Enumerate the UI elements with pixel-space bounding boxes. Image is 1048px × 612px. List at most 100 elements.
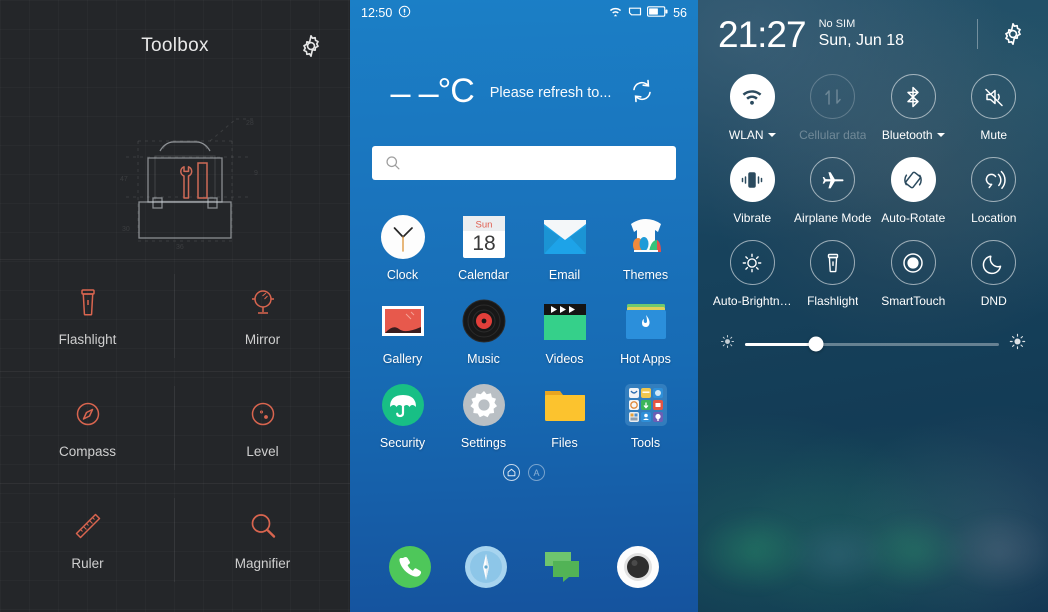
search-input[interactable] <box>372 146 676 180</box>
screenshot-root: Toolbox 47 36 28 30 9 Flashlight Mirror … <box>0 0 1048 612</box>
location-icon <box>971 157 1017 202</box>
page-indicator-home[interactable] <box>503 464 520 481</box>
browser-compass-icon[interactable] <box>463 544 509 590</box>
svg-text:47: 47 <box>120 176 128 183</box>
tool-item-mirror[interactable]: Mirror <box>175 260 350 372</box>
brightness-slider[interactable] <box>720 333 1026 355</box>
home-screen: 12:50 56 – – °C Please refresh to... Clo… <box>350 0 698 612</box>
qs-tile-location[interactable]: Location <box>954 157 1035 225</box>
svg-text:36: 36 <box>176 244 184 251</box>
messages-icon[interactable] <box>539 544 585 590</box>
tool-label: Flashlight <box>58 332 117 347</box>
qs-tile-wlan[interactable]: WLAN <box>712 74 793 142</box>
battery-icon <box>647 6 668 20</box>
hot-apps-icon <box>623 298 669 344</box>
svg-text:Sun: Sun <box>475 220 492 231</box>
toolbox-tool-grid: Flashlight Mirror Compass Level Ruler Ma… <box>0 260 350 596</box>
page-indicator-a[interactable]: A <box>528 464 545 481</box>
flashlight-icon <box>810 240 856 285</box>
qs-tile-auto-brightness[interactable]: Auto-Brightn… <box>712 240 793 308</box>
lock-date: Sun, Jun 18 <box>818 31 904 49</box>
mirror-icon <box>246 285 280 319</box>
app-icon-email[interactable]: Email <box>524 214 605 282</box>
tool-item-level[interactable]: Level <box>175 372 350 484</box>
settings-gear-icon <box>461 382 507 428</box>
quick-settings-header: 21:27 No SIM Sun, Jun 18 <box>698 0 1048 68</box>
qs-tile-airplane-mode[interactable]: Airplane Mode <box>793 157 874 225</box>
battery-percent: 56 <box>673 6 687 20</box>
lock-clock: 21:27 <box>718 13 807 55</box>
app-icon-clock[interactable]: Clock <box>362 214 443 282</box>
brightness-low-icon <box>720 334 735 354</box>
level-icon <box>246 397 280 431</box>
themes-icon <box>623 214 669 260</box>
gear-icon[interactable] <box>298 33 324 59</box>
refresh-icon[interactable] <box>627 76 657 111</box>
phone-icon[interactable] <box>387 544 433 590</box>
svg-text:9: 9 <box>254 170 258 177</box>
weather-unit: °C <box>437 72 475 110</box>
sim-status: No SIM <box>818 18 856 31</box>
brightness-high-icon <box>1009 333 1026 355</box>
app-label: Calendar <box>458 268 509 282</box>
music-icon <box>461 298 507 344</box>
qs-tile-auto-rotate[interactable]: Auto-Rotate <box>873 157 954 225</box>
app-icon-themes[interactable]: Themes <box>605 214 686 282</box>
qs-tile-smarttouch[interactable]: SmartTouch <box>873 240 954 308</box>
app-icon-settings[interactable]: Settings <box>443 382 524 450</box>
app-icon-files[interactable]: Files <box>524 382 605 450</box>
smarttouch-icon <box>890 240 936 285</box>
app-folder-tools[interactable]: Tools <box>605 382 686 450</box>
files-folder-icon <box>542 382 588 428</box>
brightness-knob[interactable] <box>808 336 824 352</box>
qs-tile-mute[interactable]: Mute <box>954 74 1035 142</box>
compass-icon <box>71 397 105 431</box>
tool-item-magnifier[interactable]: Magnifier <box>175 484 350 596</box>
qs-tile-bluetooth[interactable]: Bluetooth <box>873 74 954 142</box>
tool-label: Magnifier <box>234 556 291 571</box>
weather-temperature: – – °C <box>390 72 475 113</box>
qs-tile-dnd[interactable]: DND <box>954 240 1035 308</box>
qs-label-bluetooth: Bluetooth <box>882 128 945 142</box>
qs-tile-vibrate[interactable]: Vibrate <box>712 157 793 225</box>
qs-label-dnd: DND <box>980 294 1007 308</box>
page-indicators: A <box>350 464 698 481</box>
app-label: Videos <box>545 352 584 366</box>
app-label: Tools <box>630 436 661 450</box>
wifi-icon <box>608 5 623 21</box>
app-icon-music[interactable]: Music <box>443 298 524 366</box>
app-label: Files <box>551 436 578 450</box>
tool-item-flashlight[interactable]: Flashlight <box>0 260 175 372</box>
qs-tile-flashlight[interactable]: Flashlight <box>793 240 874 308</box>
svg-text:18: 18 <box>472 232 495 255</box>
svg-text:28: 28 <box>246 120 254 127</box>
gear-icon[interactable] <box>1000 21 1026 47</box>
app-label: Clock <box>386 268 419 282</box>
app-icon-security[interactable]: Security <box>362 382 443 450</box>
brightness-track[interactable] <box>745 336 999 352</box>
calendar-icon: Sun 18 <box>461 214 507 260</box>
app-label: Security <box>379 436 426 450</box>
app-icon-gallery[interactable]: Gallery <box>362 298 443 366</box>
app-label: Gallery <box>382 352 423 366</box>
sim-card-icon <box>628 6 642 20</box>
app-label: Music <box>467 352 500 366</box>
weather-widget[interactable]: – – °C Please refresh to... <box>350 62 698 124</box>
app-icon-calendar[interactable]: Sun 18 Calendar <box>443 214 524 282</box>
app-icon-hot-apps[interactable]: Hot Apps <box>605 298 686 366</box>
app-label: Hot Apps <box>620 352 671 366</box>
camera-icon[interactable] <box>615 544 661 590</box>
airplane-icon <box>810 157 856 202</box>
qs-tile-cellular-data[interactable]: Cellular data <box>793 74 874 142</box>
app-icon-videos[interactable]: Videos <box>524 298 605 366</box>
qs-label-auto-rotate: Auto-Rotate <box>881 211 946 225</box>
app-label: Email <box>548 268 581 282</box>
qs-label-vibrate: Vibrate <box>733 211 772 225</box>
ruler-icon <box>71 509 105 543</box>
dock <box>350 544 698 590</box>
tool-item-ruler[interactable]: Ruler <box>0 484 175 596</box>
tool-item-compass[interactable]: Compass <box>0 372 175 484</box>
security-umbrella-icon <box>380 382 426 428</box>
home-icon <box>507 468 516 477</box>
status-time: 12:50 <box>361 6 393 20</box>
